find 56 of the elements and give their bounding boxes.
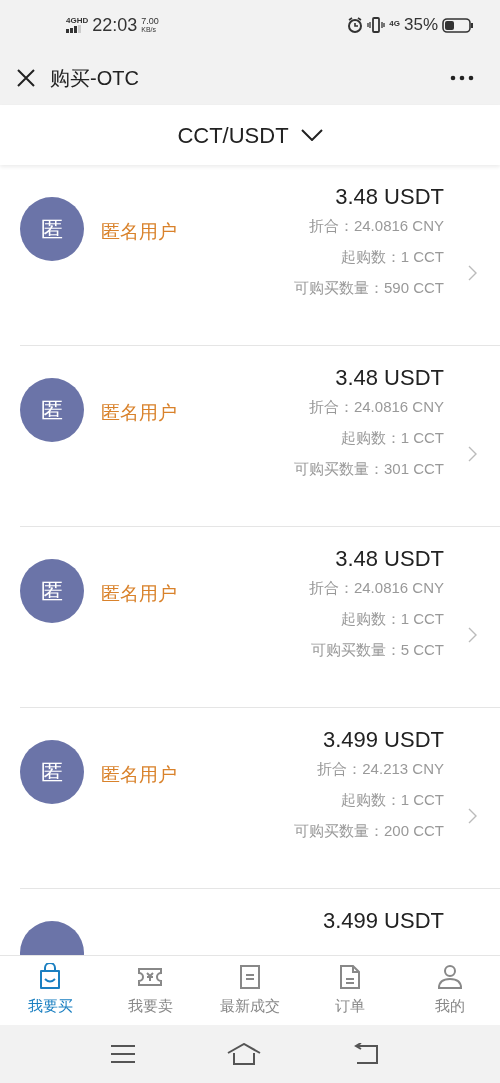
available-amount: 可购买数量：200 CCT bbox=[293, 821, 444, 841]
avatar: 匿 bbox=[20, 378, 84, 442]
person-icon bbox=[436, 963, 464, 992]
tab[interactable]: 最新成交 bbox=[200, 956, 300, 1025]
minimum-amount: 起购数：1 CCT bbox=[340, 247, 444, 267]
available-amount: 可购买数量：590 CCT bbox=[293, 278, 444, 298]
converted-price: 折合：24.213 CNY bbox=[317, 759, 444, 779]
chevron-down-icon bbox=[300, 129, 323, 141]
price: 3.48 USDT bbox=[335, 364, 444, 392]
mobile-data: 4G bbox=[389, 18, 400, 31]
available-amount: 可购买数量：5 CCT bbox=[310, 640, 444, 660]
converted-price: 折合：24.0816 CNY bbox=[308, 216, 444, 236]
avatar: 匿 bbox=[20, 197, 84, 261]
home-icon bbox=[227, 1043, 261, 1065]
avatar: 匿 bbox=[20, 740, 84, 804]
page-title: 购买-OTC bbox=[50, 65, 139, 91]
clock: 22:03 bbox=[92, 13, 138, 37]
price: 3.48 USDT bbox=[335, 545, 444, 573]
price: 3.48 USDT bbox=[335, 183, 444, 211]
tab[interactable]: 我要买 bbox=[0, 956, 100, 1025]
alarm-icon bbox=[347, 17, 364, 33]
network-type: 4GHD bbox=[66, 17, 89, 25]
minimum-amount: 起购数：1 CCT bbox=[340, 609, 444, 629]
minimum-amount: 起购数：1 CCT bbox=[340, 790, 444, 810]
user-name: 匿名用户 bbox=[101, 220, 177, 244]
menu-icon bbox=[111, 1045, 135, 1063]
menu-button[interactable] bbox=[111, 1045, 135, 1063]
signal-icon bbox=[66, 25, 84, 33]
minimum-amount: 起购数：1 CCT bbox=[340, 428, 444, 448]
avatar: 匿 bbox=[20, 559, 84, 623]
tab[interactable]: 我的 bbox=[400, 956, 500, 1025]
home-button[interactable] bbox=[227, 1043, 261, 1065]
battery-icon bbox=[442, 17, 474, 33]
more-icon bbox=[450, 74, 474, 81]
speed-value: 7.00 bbox=[141, 17, 159, 26]
close-button[interactable] bbox=[16, 67, 36, 88]
converted-price: 折合：24.0816 CNY bbox=[308, 397, 444, 417]
user-name: 匿名用户 bbox=[101, 763, 177, 787]
available-amount: 可购买数量：301 CCT bbox=[293, 459, 444, 479]
chevron-right-icon bbox=[467, 446, 477, 462]
tab[interactable]: 订单 bbox=[300, 956, 400, 1025]
vibrate-icon bbox=[367, 17, 386, 33]
chevron-right-icon bbox=[467, 808, 477, 824]
tab[interactable]: 我要卖 bbox=[100, 956, 200, 1025]
user-name: 匿名用户 bbox=[101, 401, 177, 425]
converted-price: 折合：24.0816 CNY bbox=[308, 578, 444, 598]
pair-selector[interactable]: CCT/USDT bbox=[177, 118, 323, 152]
price: 3.499 USDT bbox=[322, 907, 444, 935]
back-button[interactable] bbox=[353, 1043, 379, 1065]
battery-percent: 35% bbox=[403, 14, 438, 37]
user-name: 匿名用户 bbox=[101, 582, 177, 606]
close-icon bbox=[17, 68, 35, 87]
chevron-right-icon bbox=[467, 265, 477, 281]
chevron-right-icon bbox=[467, 627, 477, 643]
back-icon bbox=[353, 1043, 379, 1065]
price: 3.499 USDT bbox=[322, 726, 444, 754]
